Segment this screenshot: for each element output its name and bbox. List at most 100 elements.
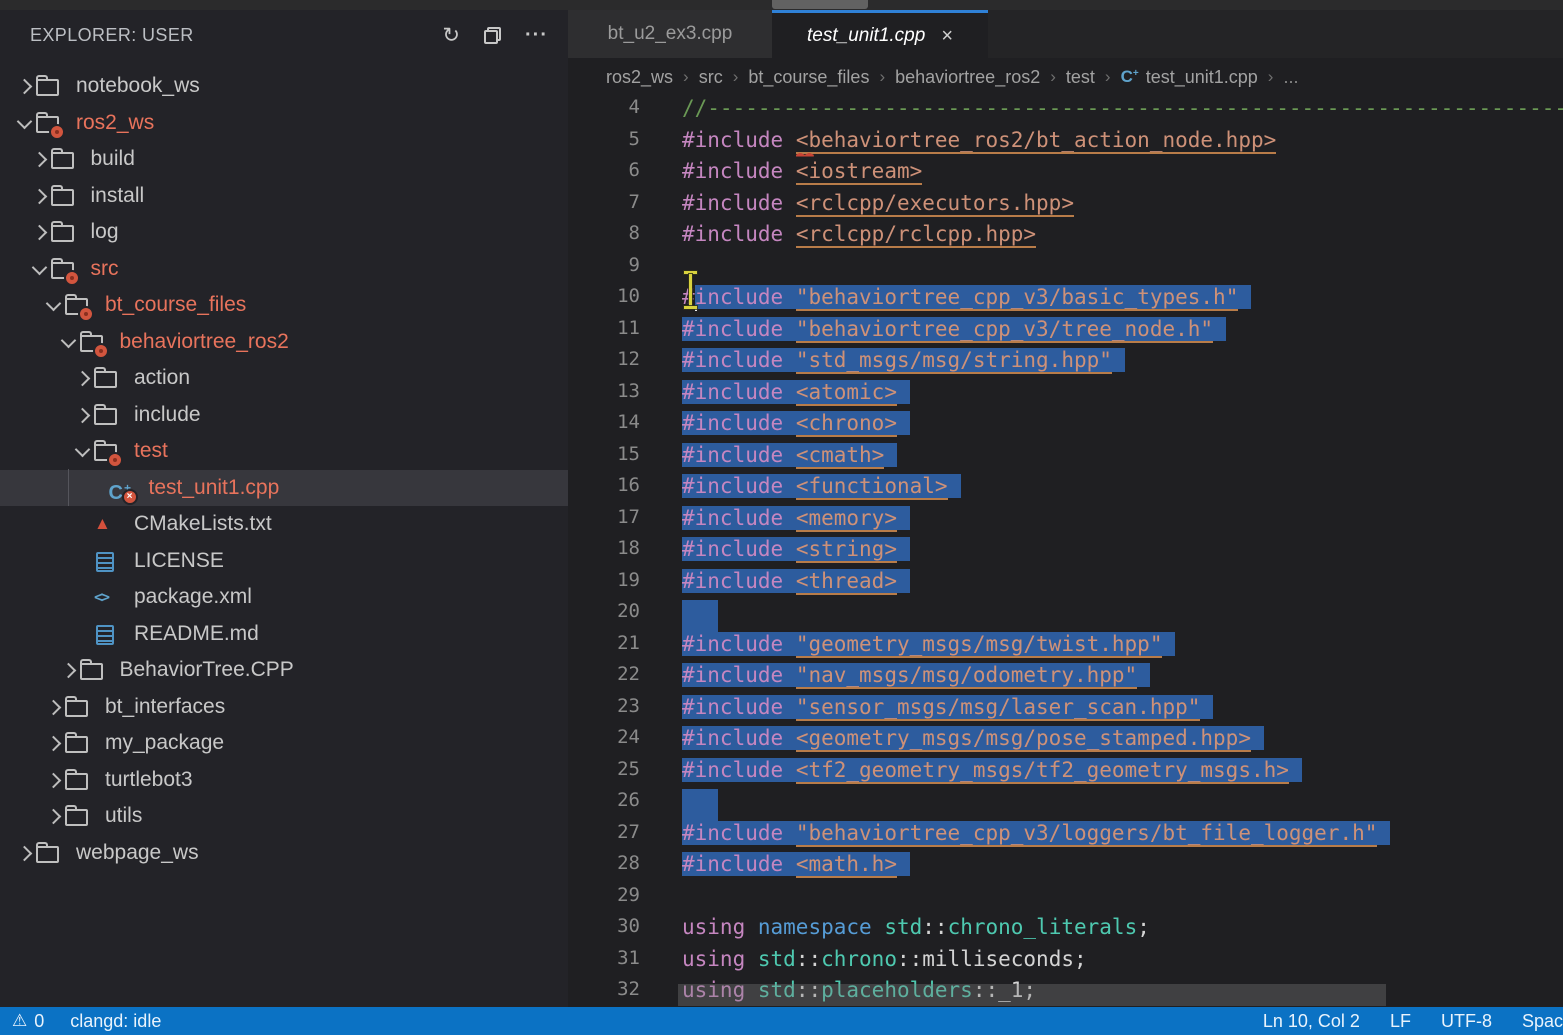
tree-item-notebook_ws[interactable]: notebook_ws <box>0 68 568 105</box>
breadcrumb-item-file[interactable]: test_unit1.cpp <box>1146 67 1258 88</box>
tree-item-my_package[interactable]: my_package <box>0 725 568 762</box>
tree-item-install[interactable]: install <box>0 178 568 215</box>
error-badge: × <box>122 489 138 505</box>
tab-test_unit1.cpp[interactable]: test_unit1.cpp× <box>772 10 988 58</box>
breadcrumb-item-src[interactable]: src <box>699 67 723 88</box>
code-line-19[interactable]: 19#include <thread> <box>568 569 1563 601</box>
code-line-9[interactable]: 9 <box>568 254 1563 286</box>
code-line-21[interactable]: 21#include "geometry_msgs/msg/twist.hpp" <box>568 632 1563 664</box>
chevron-right-icon[interactable] <box>14 68 36 105</box>
chevron-down-icon[interactable] <box>58 324 80 361</box>
chevron-right-icon[interactable] <box>43 689 65 726</box>
chevron-right-icon[interactable] <box>29 178 51 215</box>
code-line-7[interactable]: 7#include <rclcpp/executors.hpp> <box>568 191 1563 223</box>
chevron-right-icon[interactable] <box>43 725 65 762</box>
tree-item-BehaviorTree.CPP[interactable]: BehaviorTree.CPP <box>0 652 568 689</box>
code-editor[interactable]: 4//-------------------------------------… <box>568 96 1563 1007</box>
chevron-right-icon[interactable] <box>14 835 36 872</box>
chevron-right-icon[interactable] <box>58 652 80 689</box>
tree-item-include[interactable]: include <box>0 397 568 434</box>
chevron-down-icon[interactable] <box>43 287 65 324</box>
tree-item-package.xml[interactable]: <>package.xml <box>0 579 568 616</box>
clangd-status[interactable]: clangd: idle <box>70 1011 161 1032</box>
chevron-down-icon[interactable] <box>72 433 94 470</box>
tree-item-utils[interactable]: utils <box>0 798 568 835</box>
chevron-down-icon[interactable] <box>29 251 51 288</box>
horizontal-scrollbar[interactable] <box>678 984 1386 1006</box>
tree-item-CMakeLists.txt[interactable]: ▲CMakeLists.txt <box>0 506 568 543</box>
line-number: 17 <box>568 506 640 528</box>
error-badge <box>49 124 65 140</box>
line-number: 12 <box>568 348 640 370</box>
tree-item-log[interactable]: log <box>0 214 568 251</box>
folder-icon <box>65 762 96 799</box>
breadcrumb-item-behaviortree_ros2[interactable]: behaviortree_ros2 <box>895 67 1040 88</box>
folder-icon <box>36 68 67 105</box>
tree-item-bt_interfaces[interactable]: bt_interfaces <box>0 689 568 726</box>
code-line-4[interactable]: 4//-------------------------------------… <box>568 96 1563 128</box>
code-line-22[interactable]: 22#include "nav_msgs/msg/odometry.hpp" <box>568 663 1563 695</box>
tree-item-behaviortree_ros2[interactable]: behaviortree_ros2 <box>0 324 568 361</box>
code-line-25[interactable]: 25#include <tf2_geometry_msgs/tf2_geomet… <box>568 758 1563 790</box>
code-line-18[interactable]: 18#include <string> <box>568 537 1563 569</box>
code-line-28[interactable]: 28#include <math.h> <box>568 852 1563 884</box>
breadcrumb-item-ros2_ws[interactable]: ros2_ws <box>606 67 673 88</box>
code-line-27[interactable]: 27#include "behaviortree_cpp_v3/loggers/… <box>568 821 1563 853</box>
code-line-20[interactable]: 20 <box>568 600 1563 632</box>
chevron-right-icon[interactable] <box>43 798 65 835</box>
tab-bt_u2_ex3.cpp[interactable]: bt_u2_ex3.cpp <box>568 10 772 58</box>
tree-item-src[interactable]: src <box>0 251 568 288</box>
breadcrumb-item-test[interactable]: test <box>1066 67 1095 88</box>
code-line-10[interactable]: 10#include "behaviortree_cpp_v3/basic_ty… <box>568 285 1563 317</box>
tree-item-LICENSE[interactable]: LICENSE <box>0 543 568 580</box>
code-line-5[interactable]: 5#include <behaviortree_ros2/bt_action_n… <box>568 128 1563 160</box>
code-line-11[interactable]: 11#include "behaviortree_cpp_v3/tree_nod… <box>568 317 1563 349</box>
tree-item-README.md[interactable]: README.md <box>0 616 568 653</box>
line-number: 18 <box>568 537 640 559</box>
tree-item-test[interactable]: test <box>0 433 568 470</box>
code-line-15[interactable]: 15#include <cmath> <box>568 443 1563 475</box>
close-icon[interactable]: × <box>941 26 953 46</box>
chevron-down-icon[interactable] <box>14 105 36 142</box>
eol-indicator[interactable]: LF <box>1390 1011 1411 1032</box>
tree-item-test_unit1.cpp[interactable]: C+×test_unit1.cpp <box>0 470 568 507</box>
more-actions-icon[interactable]: ··· <box>525 31 548 39</box>
tree-item-webpage_ws[interactable]: webpage_ws <box>0 835 568 872</box>
tree-item-action[interactable]: action <box>0 360 568 397</box>
code-line-6[interactable]: 6#include <iostream> <box>568 159 1563 191</box>
refresh-icon[interactable]: ↻ <box>442 25 460 46</box>
code-line-29[interactable]: 29 <box>568 884 1563 916</box>
tree-item-build[interactable]: build <box>0 141 568 178</box>
code-line-16[interactable]: 16#include <functional> <box>568 474 1563 506</box>
code-line-23[interactable]: 23#include "sensor_msgs/msg/laser_scan.h… <box>568 695 1563 727</box>
encoding-indicator[interactable]: UTF-8 <box>1441 1011 1492 1032</box>
breadcrumb-item-bt_course_files[interactable]: bt_course_files <box>748 67 869 88</box>
tree-item-ros2_ws[interactable]: ros2_ws <box>0 105 568 142</box>
tree-item-turtlebot3[interactable]: turtlebot3 <box>0 762 568 799</box>
code-line-14[interactable]: 14#include <chrono> <box>568 411 1563 443</box>
chevron-right-icon[interactable] <box>29 214 51 251</box>
breadcrumb-ellipsis[interactable]: ... <box>1283 67 1298 88</box>
code-line-17[interactable]: 17#include <memory> <box>568 506 1563 538</box>
line-number: 11 <box>568 317 640 339</box>
line-number: 23 <box>568 695 640 717</box>
code-line-12[interactable]: 12#include "std_msgs/msg/string.hpp" <box>568 348 1563 380</box>
code-line-26[interactable]: 26 <box>568 789 1563 821</box>
cursor-position[interactable]: Ln 10, Col 2 <box>1263 1011 1360 1032</box>
code-line-8[interactable]: 8#include <rclcpp/rclcpp.hpp> <box>568 222 1563 254</box>
tree-item-bt_course_files[interactable]: bt_course_files <box>0 287 568 324</box>
warnings-indicator[interactable]: ⚠ 0 <box>12 1011 44 1032</box>
tree-item-label: src <box>91 257 119 281</box>
code-line-13[interactable]: 13#include <atomic> <box>568 380 1563 412</box>
chevron-right-icon[interactable] <box>72 397 94 434</box>
indentation-indicator[interactable]: Spac <box>1522 1011 1563 1032</box>
line-number: 28 <box>568 852 640 874</box>
collapse-folders-icon[interactable] <box>484 27 501 44</box>
tree-item-label: log <box>91 220 119 244</box>
chevron-right-icon[interactable] <box>43 762 65 799</box>
chevron-right-icon[interactable] <box>72 360 94 397</box>
chevron-right-icon[interactable] <box>29 141 51 178</box>
code-line-30[interactable]: 30using namespace std::chrono_literals; <box>568 915 1563 947</box>
code-line-24[interactable]: 24#include <geometry_msgs/msg/pose_stamp… <box>568 726 1563 758</box>
code-line-31[interactable]: 31using std::chrono::milliseconds; <box>568 947 1563 979</box>
